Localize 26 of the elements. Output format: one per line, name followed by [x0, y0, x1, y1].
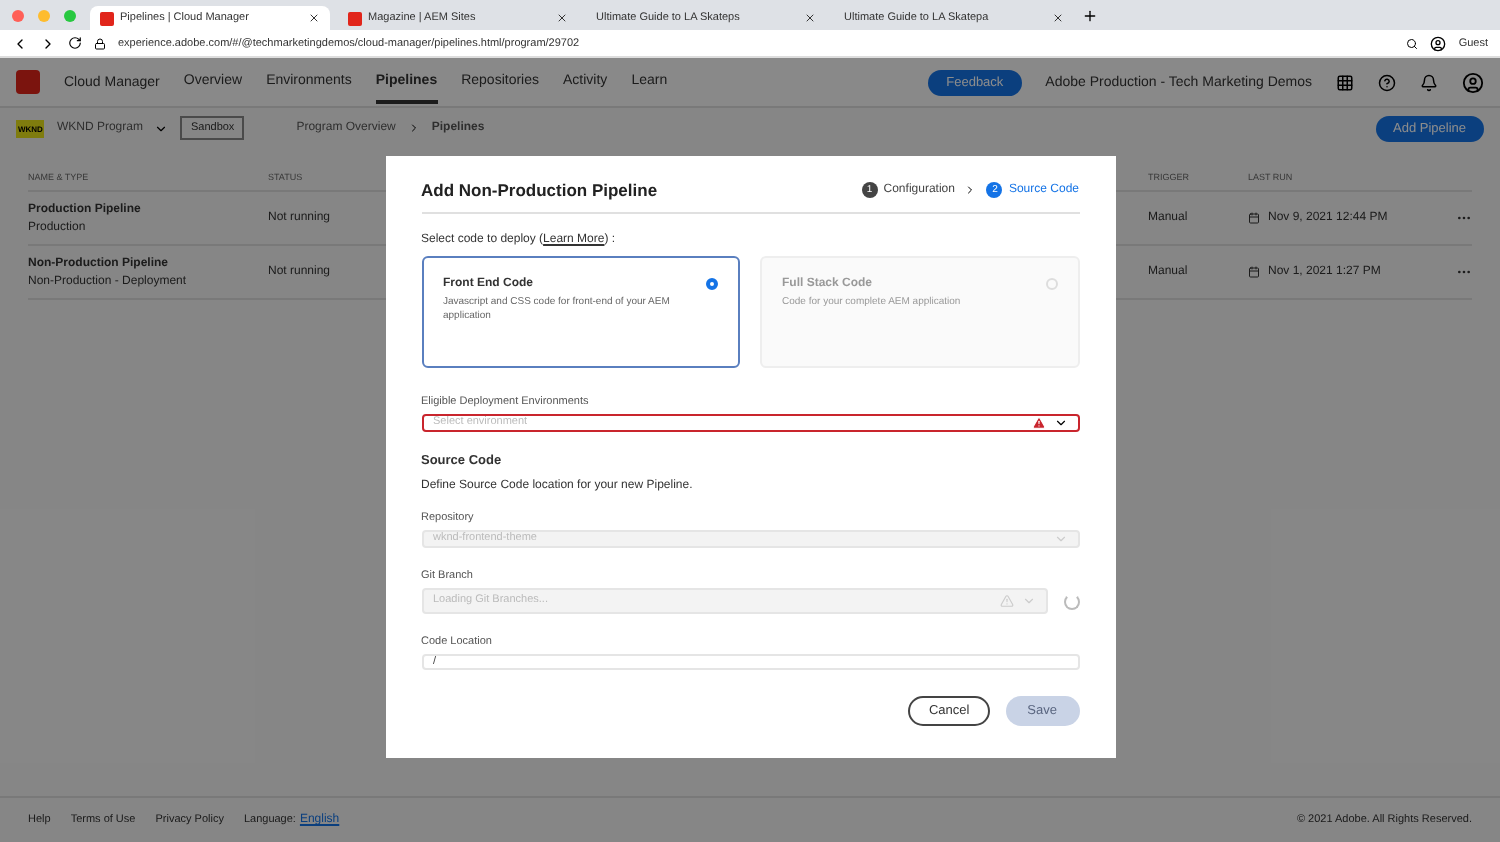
- close-icon[interactable]: [308, 12, 320, 24]
- chevron-down-icon: [1021, 593, 1035, 607]
- reload-icon[interactable]: [68, 36, 82, 50]
- chevron-down-icon[interactable]: [154, 121, 169, 135]
- back-icon[interactable]: [12, 35, 28, 51]
- bell-icon[interactable]: [1420, 73, 1438, 91]
- radio-button[interactable]: [706, 277, 718, 289]
- close-icon[interactable]: [556, 12, 568, 24]
- close-icon[interactable]: [1052, 12, 1064, 24]
- warning-icon: [999, 593, 1013, 607]
- close-icon[interactable]: [804, 12, 816, 24]
- warning-icon: [1031, 415, 1045, 429]
- search-icon[interactable]: [1406, 37, 1419, 49]
- lock-icon: [94, 37, 106, 49]
- chevron-right-icon: [964, 183, 977, 195]
- calendar-icon: [1248, 212, 1260, 224]
- calendar-icon: [1248, 266, 1260, 278]
- profile-icon[interactable]: [1430, 35, 1447, 51]
- avatar-icon[interactable]: [1462, 71, 1484, 93]
- chevron-down-icon: [1053, 415, 1067, 429]
- apps-grid-icon[interactable]: [1336, 73, 1354, 91]
- help-icon[interactable]: [1378, 73, 1396, 91]
- chevron-right-icon: [407, 122, 420, 134]
- forward-icon[interactable]: [40, 35, 56, 51]
- chevron-down-icon: [1053, 531, 1067, 545]
- new-tab-icon[interactable]: [1082, 7, 1098, 23]
